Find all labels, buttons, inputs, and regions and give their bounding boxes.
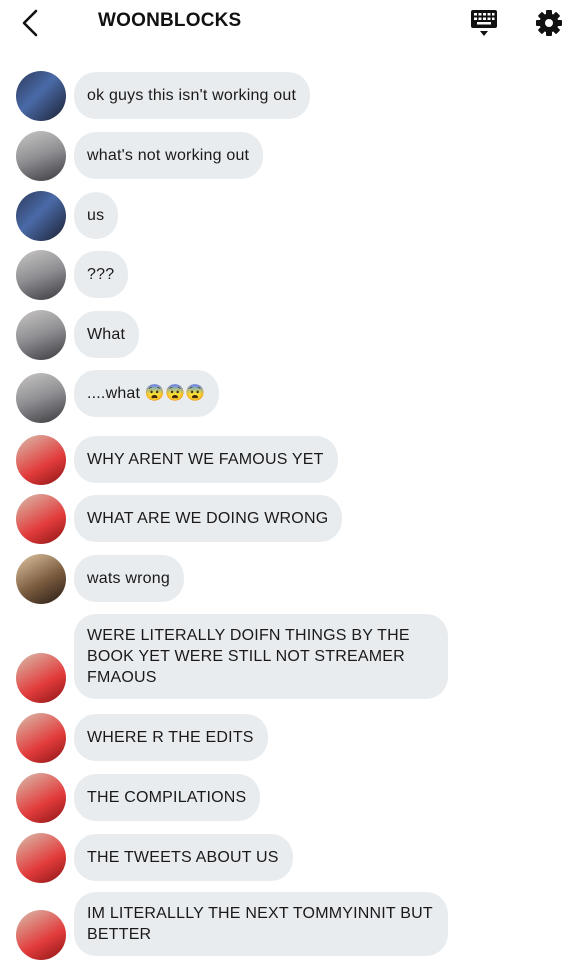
avatar[interactable]: [16, 435, 66, 485]
avatar[interactable]: [16, 773, 66, 823]
message-bubble: WERE LITERALLY DOIFN THINGS BY THE BOOK …: [74, 614, 448, 699]
message-bubble: wats wrong: [74, 555, 184, 602]
message-bubble: ....what 😨😨😨: [74, 370, 220, 417]
avatar[interactable]: [16, 310, 66, 360]
avatar[interactable]: [16, 71, 66, 121]
message-bubble: ok guys this isn't working out: [74, 72, 311, 119]
keyboard-button[interactable]: [469, 8, 499, 38]
message-bubble: WHAT ARE WE DOING WRONG: [74, 495, 343, 542]
message-bubble: IM LITERALLLY THE NEXT TOMMYINNIT BUT BE…: [74, 892, 448, 956]
settings-button[interactable]: [534, 8, 564, 38]
avatar[interactable]: [16, 910, 66, 960]
keyboard-icon: [471, 10, 497, 36]
message-bubble: ???: [74, 251, 129, 298]
message-bubble: What: [74, 311, 140, 358]
avatar[interactable]: [16, 494, 66, 544]
avatar[interactable]: [16, 833, 66, 883]
message-bubble: THE COMPILATIONS: [74, 774, 261, 821]
message-bubble: WHY ARENT WE FAMOUS YET: [74, 436, 338, 483]
chat-header: WOONBLOCKS: [0, 0, 581, 46]
chat-title: WOONBLOCKS: [98, 10, 242, 31]
back-button[interactable]: [18, 8, 44, 38]
avatar[interactable]: [16, 713, 66, 763]
avatar[interactable]: [16, 373, 66, 423]
message-bubble: what's not working out: [74, 132, 264, 179]
avatar[interactable]: [16, 554, 66, 604]
avatar[interactable]: [16, 191, 66, 241]
avatar[interactable]: [16, 653, 66, 703]
avatar[interactable]: [16, 131, 66, 181]
message-bubble: us: [74, 192, 119, 239]
chevron-left-icon: [22, 9, 38, 37]
avatar[interactable]: [16, 250, 66, 300]
gear-icon: [536, 10, 562, 36]
message-bubble: WHERE R THE EDITS: [74, 714, 268, 761]
message-bubble: THE TWEETS ABOUT US: [74, 834, 293, 881]
